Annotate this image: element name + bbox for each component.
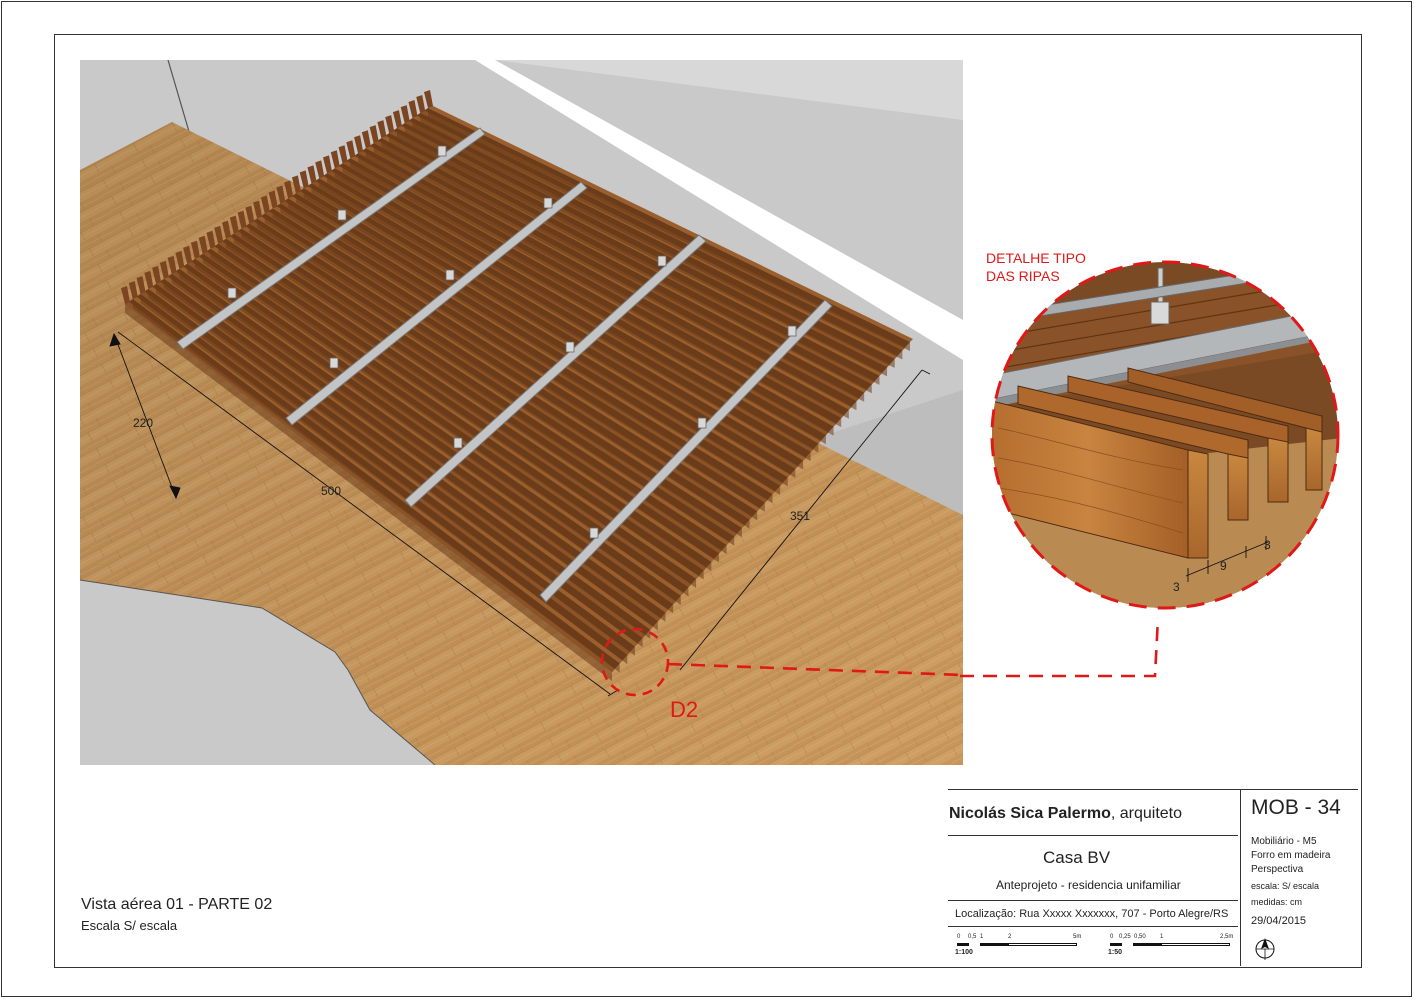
- perspective-render: [80, 60, 963, 765]
- sheet-code: MOB - 34: [1251, 796, 1341, 819]
- sheet-scale-note: escala: S/ escala: [1251, 881, 1320, 891]
- sheet-line1: Mobiliário - M5: [1251, 836, 1317, 847]
- detail-dim-gap-right: 3: [1264, 538, 1271, 552]
- view-title: Vista aérea 01 - PARTE 02: [81, 896, 273, 913]
- architect-line: Nicolás Sica Palermo, arquiteto: [949, 805, 1182, 823]
- view-scale: Escala S/ escala: [81, 918, 178, 933]
- project-location: Localização: Rua Xxxxx Xxxxxxx, 707 - Po…: [955, 908, 1229, 920]
- sheet-line2: Forro em madeira: [1251, 850, 1331, 861]
- dimension-length: 500: [321, 484, 342, 498]
- sheet-units-note: medidas: cm: [1251, 897, 1303, 907]
- architect-name: Nicolás Sica Palermo: [949, 805, 1111, 822]
- detail-dim-slat: 9: [1220, 559, 1227, 573]
- scalebar-1-100: 0 0,5 1 2 5m 1:100: [955, 934, 1082, 956]
- detail-zoom-circle: [990, 260, 1340, 610]
- north-arrow-icon: [1255, 938, 1275, 960]
- sheet-line3: Perspectiva: [1251, 864, 1304, 875]
- dimension-width: 220: [133, 416, 154, 430]
- detail-marker-label: D2: [670, 697, 699, 722]
- project-phase: Anteprojeto - residencia unifamiliar: [996, 878, 1181, 892]
- dimension-depth: 351: [790, 509, 811, 523]
- detail-dim-gap-left: 3: [1173, 580, 1180, 594]
- architect-role: , arquiteto: [1110, 805, 1183, 822]
- sheet-date: 29/04/2015: [1251, 915, 1307, 927]
- detail-leader: [960, 617, 1160, 678]
- scalebar-1-50: 0 0,25 0,50 1 2,5m 1:50: [1108, 934, 1234, 956]
- project-name: Casa BV: [1043, 848, 1111, 867]
- title-block-divider: [1240, 790, 1241, 966]
- title-block-top-rule: [948, 789, 1358, 790]
